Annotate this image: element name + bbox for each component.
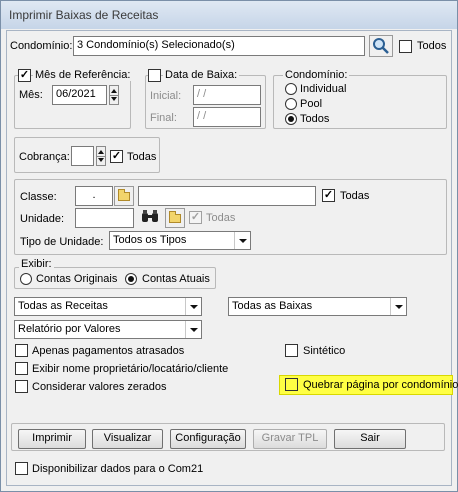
radio-todos-label: Todos <box>300 113 330 125</box>
baixas-select[interactable]: Todas as Baixas <box>228 297 407 316</box>
sintetico-checkbox[interactable] <box>285 344 298 357</box>
final-input[interactable]: / / <box>193 107 261 127</box>
configuracao-button[interactable]: Configuração <box>170 429 246 449</box>
radio-todos[interactable] <box>285 113 297 125</box>
apenas-atrasados-checkbox[interactable] <box>15 344 28 357</box>
radio-contas-atuais-label: Contas Atuais <box>142 273 210 285</box>
unidade-todas-checkbox[interactable]: ✓ <box>189 211 202 224</box>
radio-individual-label: Individual <box>300 83 347 95</box>
binoculars-button[interactable] <box>140 208 162 228</box>
exibir-nome-label: Exibir nome proprietário/locatário/clien… <box>32 363 229 375</box>
window-title: Imprimir Baixas de Receitas <box>9 8 159 22</box>
exibir-title: Exibir: <box>19 258 54 270</box>
mes-referencia-title: Mês de Referência: <box>33 69 133 81</box>
relatorio-select[interactable]: Relatório por Valores <box>14 320 202 339</box>
tipo-unidade-value: Todos os Tipos <box>113 234 187 246</box>
cobranca-label: Cobrança: <box>19 151 70 163</box>
radio-pool[interactable] <box>285 98 297 110</box>
condominio-todos-checkbox[interactable] <box>399 40 412 53</box>
mes-label: Mês: <box>19 89 43 101</box>
apenas-atrasados-label: Apenas pagamentos atrasados <box>32 345 185 357</box>
search-button[interactable] <box>369 35 393 57</box>
chevron-down-icon <box>390 298 406 315</box>
relatorio-select-value: Relatório por Valores <box>18 323 121 335</box>
radio-pool-label: Pool <box>300 98 323 110</box>
sintetico-label: Sintético <box>303 345 346 357</box>
dialog-window: Imprimir Baixas de Receitas Condomínio: … <box>0 0 458 492</box>
search-icon <box>373 38 389 54</box>
binoculars-icon <box>142 210 158 222</box>
chevron-down-icon <box>234 232 250 249</box>
chevron-down-icon <box>185 298 201 315</box>
mes-spinner[interactable] <box>109 85 119 105</box>
radio-contas-atuais[interactable] <box>125 273 137 285</box>
cobranca-todas-label: Todas <box>127 151 157 163</box>
unidade-folder-button[interactable] <box>165 208 185 228</box>
condominio-field[interactable]: 3 Condomínio(s) Selecionado(s) <box>73 36 365 56</box>
visualizar-button[interactable]: Visualizar <box>92 429 163 449</box>
classe-code-input[interactable]: . <box>75 186 113 206</box>
gravar-tpl-button[interactable]: Gravar TPL <box>253 429 327 449</box>
classe-label: Classe: <box>20 191 57 203</box>
radio-contas-originais-label: Contas Originais <box>36 273 118 285</box>
condominio-tipo-title: Condomínio: <box>283 69 350 81</box>
baixas-select-value: Todas as Baixas <box>232 300 313 312</box>
data-baixa-title: Data de Baixa: <box>163 69 240 81</box>
title-bar[interactable]: Imprimir Baixas de Receitas <box>1 1 457 29</box>
classe-desc-input[interactable] <box>138 186 316 206</box>
tipo-unidade-select[interactable]: Todos os Tipos <box>109 231 251 250</box>
classe-todas-checkbox[interactable]: ✓ <box>322 189 335 202</box>
sair-button[interactable]: Sair <box>334 429 406 449</box>
data-baixa-checkbox[interactable] <box>148 69 161 82</box>
classe-folder-button[interactable] <box>114 186 134 206</box>
receitas-select-value: Todas as Receitas <box>18 300 108 312</box>
cobranca-input[interactable] <box>71 146 94 166</box>
exibir-nome-checkbox[interactable] <box>15 362 28 375</box>
unidade-input[interactable] <box>75 208 134 228</box>
folder-icon <box>118 189 130 201</box>
condominio-todos-label: Todos <box>417 40 447 52</box>
dialog-body: Condomínio: 3 Condomínio(s) Selecionado(… <box>6 30 458 486</box>
mes-input[interactable]: 06/2021 <box>52 85 107 105</box>
mes-referencia-checkbox[interactable]: ✓ <box>18 69 31 82</box>
cobranca-todas-checkbox[interactable]: ✓ <box>110 150 123 163</box>
quebrar-pagina-label: Quebrar página por condomínio <box>303 379 458 391</box>
imprimir-button[interactable]: Imprimir <box>18 429 86 449</box>
radio-contas-originais[interactable] <box>20 273 32 285</box>
disponibilizar-label: Disponibilizar dados para o Com21 <box>32 463 204 475</box>
radio-individual[interactable] <box>285 83 297 95</box>
tipo-unidade-label: Tipo de Unidade: <box>20 236 104 248</box>
quebrar-pagina-checkbox[interactable] <box>285 378 298 391</box>
classe-todas-label: Todas <box>340 190 370 202</box>
chevron-down-icon <box>185 321 201 338</box>
final-label: Final: <box>150 112 177 124</box>
folder-icon <box>169 211 181 223</box>
considerar-zerados-checkbox[interactable] <box>15 380 28 393</box>
inicial-label: Inicial: <box>150 90 182 102</box>
disponibilizar-checkbox[interactable] <box>15 462 28 475</box>
cobranca-spinner[interactable] <box>96 146 106 166</box>
considerar-zerados-label: Considerar valores zerados <box>32 381 167 393</box>
unidade-label: Unidade: <box>20 213 65 225</box>
condominio-label: Condomínio: <box>10 40 73 52</box>
unidade-todas-label: Todas <box>206 212 236 224</box>
inicial-input[interactable]: / / <box>193 85 261 105</box>
receitas-select[interactable]: Todas as Receitas <box>14 297 202 316</box>
